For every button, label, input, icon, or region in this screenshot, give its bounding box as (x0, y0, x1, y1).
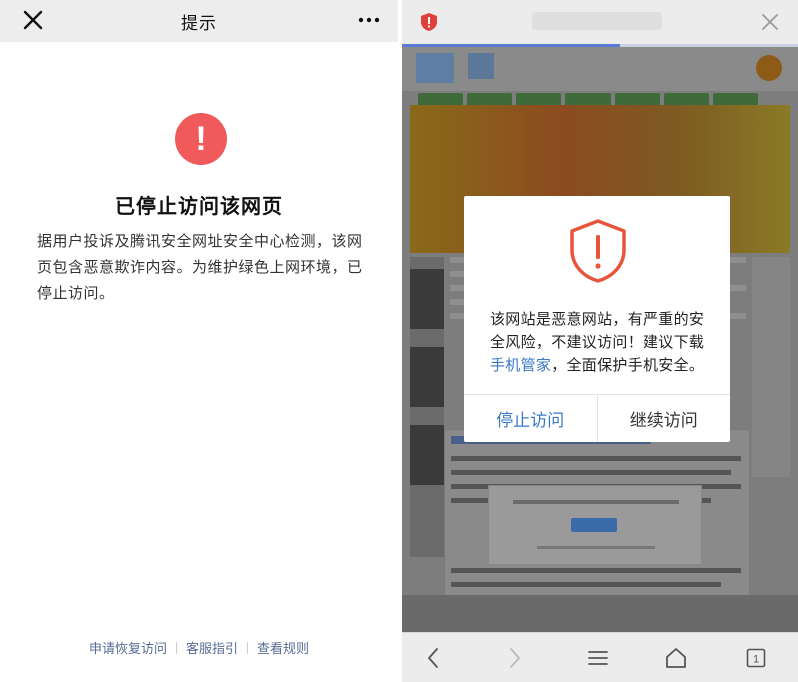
site-footer (402, 595, 798, 632)
link-view-rules[interactable]: 查看规则 (257, 638, 309, 657)
site-right-column (752, 257, 790, 477)
close-icon[interactable] (760, 12, 780, 32)
dialog-message: 该网站是恶意网站，有严重的安全风险，不建议访问！建议下载手机管家，全面保护手机安… (490, 308, 712, 377)
close-icon[interactable] (22, 9, 44, 31)
blocked-description: 据用户投诉及腾讯安全网址安全中心检测，该网页包含恶意欺诈内容。为维护绿色上网环境… (37, 232, 363, 302)
tab-count: 1 (753, 654, 759, 666)
warning-icon: ! (175, 113, 227, 165)
browser-top-bar (402, 0, 798, 44)
divider (247, 641, 248, 654)
more-icon[interactable] (358, 12, 380, 28)
footer-links: 申请恢复访问 客服指引 查看规则 (0, 638, 398, 657)
site-thumbnail (410, 425, 444, 485)
tabs-icon[interactable]: 1 (744, 646, 768, 670)
blocked-heading: 已停止访问该网页 (115, 194, 283, 218)
divider (175, 641, 177, 654)
dialog-buttons: 停止访问 继续访问 (464, 394, 730, 442)
site-inner-popup (488, 485, 702, 565)
shield-warning-icon (570, 219, 626, 283)
link-request-restore[interactable]: 申请恢复访问 (89, 638, 167, 657)
browser-toolbar: 1 (402, 632, 798, 682)
home-icon[interactable] (664, 646, 688, 670)
site-logo-secondary (468, 53, 494, 79)
security-warning-dialog: 该网站是恶意网站，有严重的安全风险，不建议访问！建议下载手机管家，全面保护手机安… (464, 196, 730, 442)
left-panel: 提示 ! 已停止访问该网页 据用户投诉及腾讯安全网址安全中心检测，该网页包含恶意… (0, 0, 398, 682)
url-bar[interactable] (532, 12, 662, 30)
site-emblem (756, 55, 782, 81)
site-thumbnail (410, 269, 444, 329)
back-icon[interactable] (422, 646, 446, 670)
forward-icon[interactable] (502, 646, 526, 670)
menu-icon[interactable] (586, 646, 610, 670)
dialog-message-text-end: ，全面保护手机安全。 (551, 356, 705, 374)
page-title: 提示 (181, 13, 217, 34)
continue-visit-button[interactable]: 继续访问 (598, 395, 731, 442)
link-customer-service[interactable]: 客服指引 (186, 638, 238, 657)
phone-manager-link[interactable]: 手机管家 (490, 356, 551, 374)
stop-visit-button[interactable]: 停止访问 (464, 395, 598, 442)
dialog-message-text: 该网站是恶意网站，有严重的安全风险，不建议访问！建议下载 (490, 310, 705, 351)
title-bar: 提示 (0, 0, 398, 42)
site-header (402, 47, 798, 91)
right-panel: 该网站是恶意网站，有严重的安全风险，不建议访问！建议下载手机管家，全面保护手机安… (402, 0, 798, 682)
site-logo (416, 53, 454, 83)
shield-icon[interactable] (420, 12, 438, 32)
site-thumbnail (410, 347, 444, 407)
